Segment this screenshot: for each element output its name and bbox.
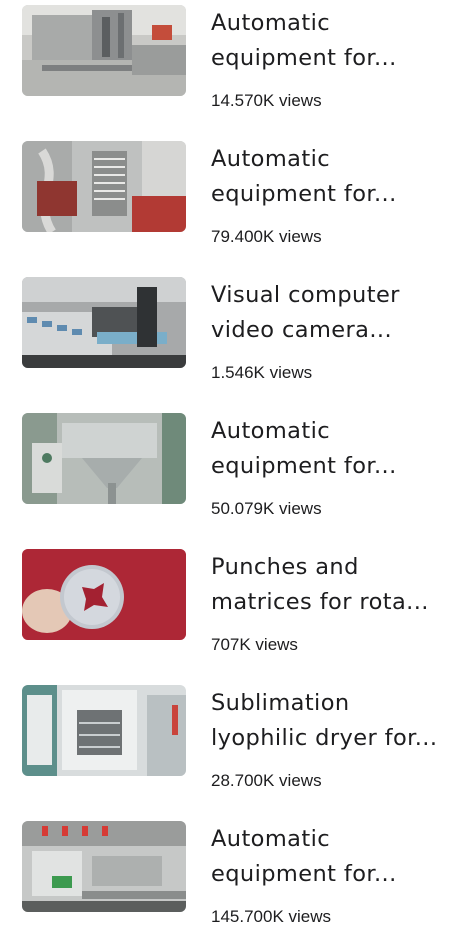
video-title[interactable]: Automatic equipment for... — [211, 414, 451, 484]
video-thumbnail[interactable] — [22, 413, 186, 504]
view-count: 14.570K views — [211, 91, 322, 110]
video-item[interactable]: Visual computer video camera... 1.546K v… — [0, 277, 463, 389]
hopper-machine-image — [22, 413, 186, 504]
video-title[interactable]: Automatic equipment for... — [211, 6, 451, 76]
view-count: 1.546K views — [211, 363, 313, 382]
camera-conveyor-image — [22, 277, 186, 368]
view-count: 707K views — [211, 635, 298, 654]
video-item[interactable]: Automatic equipment for... 50.079K views — [0, 413, 463, 525]
video-item[interactable]: Punches and matrices for rota... 707K vi… — [0, 549, 463, 661]
video-title[interactable]: Automatic equipment for... — [211, 822, 451, 892]
video-title[interactable]: Punches and matrices for rota... — [211, 550, 451, 620]
video-item[interactable]: Automatic equipment for... 14.570K views — [0, 5, 463, 117]
video-thumbnail[interactable] — [22, 685, 186, 776]
video-title[interactable]: Sublimation lyophilic dryer for... — [211, 686, 451, 756]
punch-die-hand-image — [22, 549, 186, 640]
video-item[interactable]: Automatic equipment for... 145.700K view… — [0, 821, 463, 933]
video-title[interactable]: Visual computer video camera... — [211, 278, 451, 348]
view-count: 79.400K views — [211, 227, 322, 246]
video-item[interactable]: Automatic equipment for... 79.400K views — [0, 141, 463, 253]
view-count: 50.079K views — [211, 499, 322, 518]
view-count: 28.700K views — [211, 771, 322, 790]
video-item[interactable]: Sublimation lyophilic dryer for... 28.70… — [0, 685, 463, 797]
video-thumbnail[interactable] — [22, 5, 186, 96]
spiral-machine-image — [22, 141, 186, 232]
video-thumbnail[interactable] — [22, 821, 186, 912]
video-title[interactable]: Automatic equipment for... — [211, 142, 451, 212]
production-line-image — [22, 821, 186, 912]
video-thumbnail[interactable] — [22, 549, 186, 640]
video-thumbnail[interactable] — [22, 277, 186, 368]
machine-conveyor-image — [22, 5, 186, 96]
freeze-dryer-image — [22, 685, 186, 776]
video-thumbnail[interactable] — [22, 141, 186, 232]
